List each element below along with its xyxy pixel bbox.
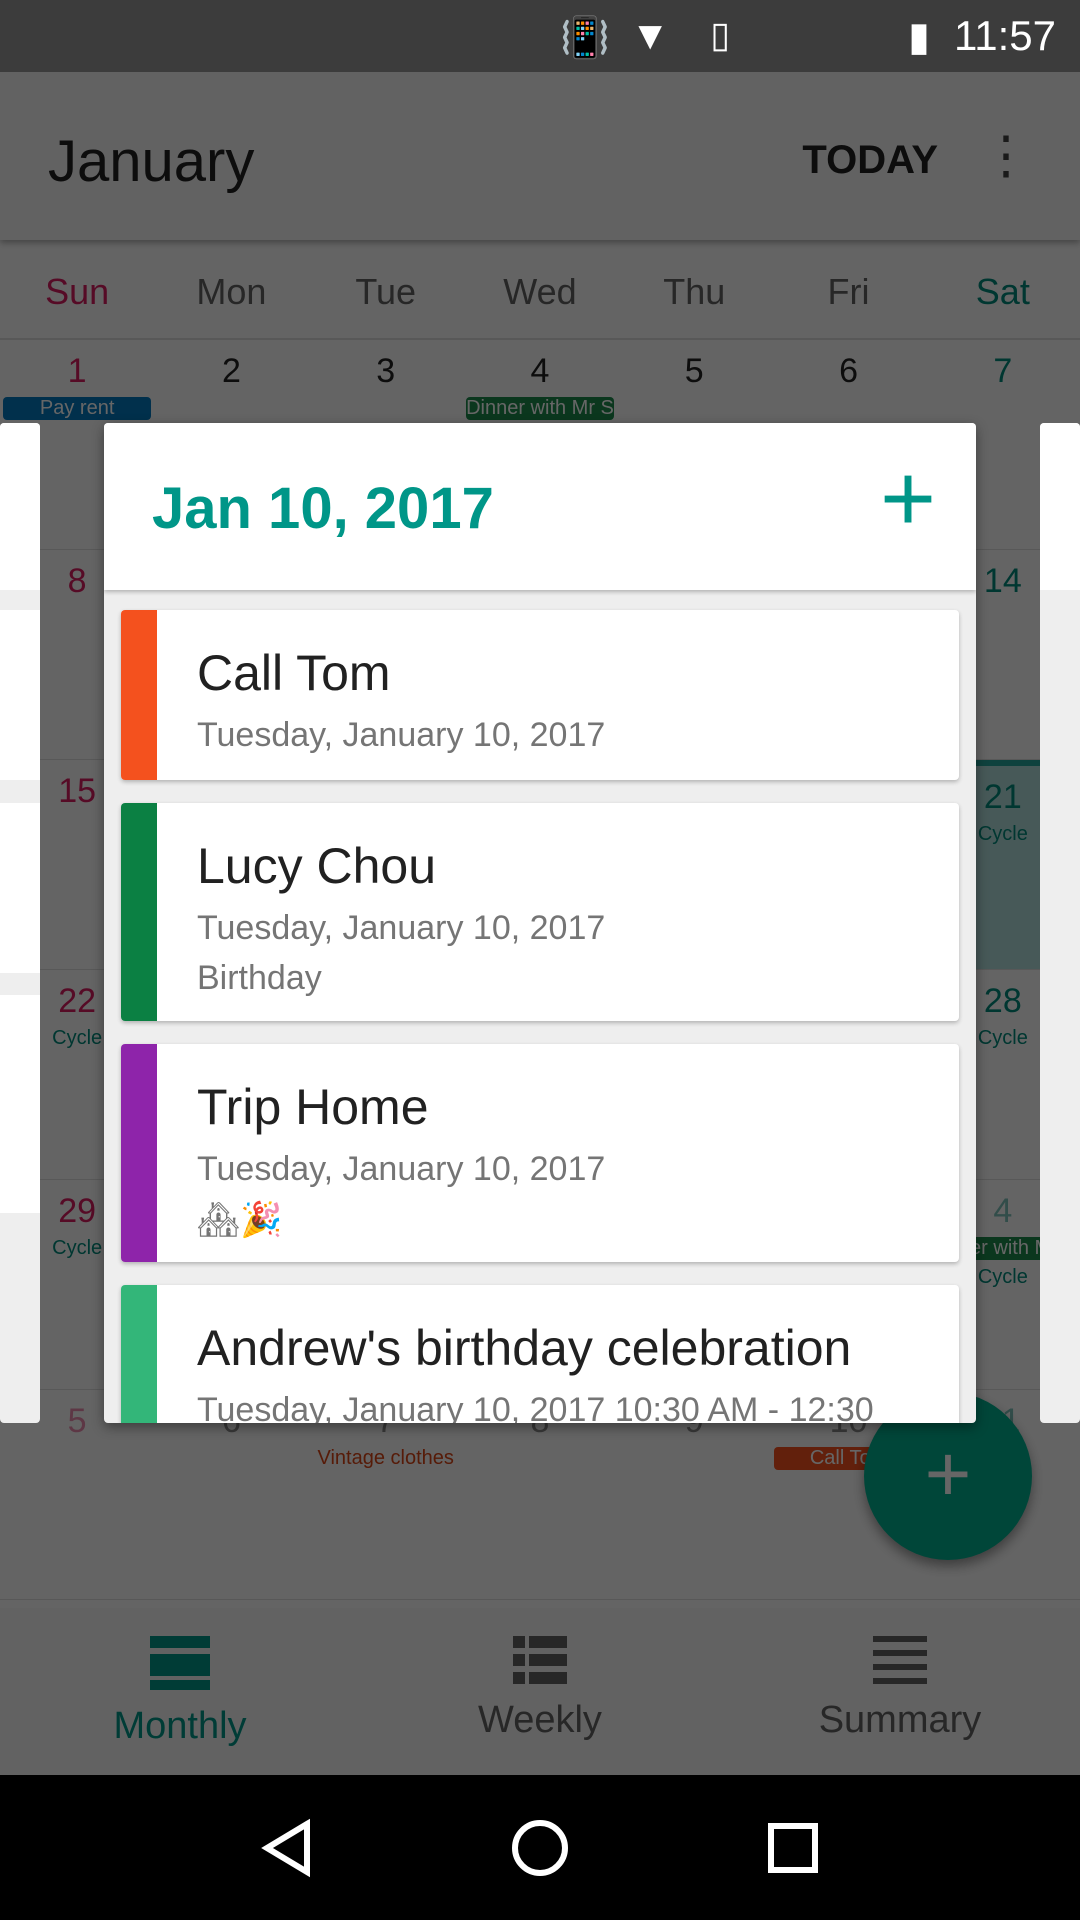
weekday-6: Sat bbox=[975, 271, 1030, 312]
event-title: Andrew's birthday celebration bbox=[197, 1320, 852, 1376]
dialog-header: Jan 10, 2017 + bbox=[104, 423, 976, 590]
event-color-bar bbox=[121, 803, 157, 1021]
day-number: 7 bbox=[993, 352, 1013, 390]
nav-label: Summary bbox=[818, 1699, 982, 1741]
event-chip[interactable]: Pay rent bbox=[3, 397, 152, 420]
event-title: Trip Home bbox=[197, 1079, 429, 1135]
nav-weekly[interactable]: Weekly bbox=[360, 1608, 720, 1775]
plus-icon: + bbox=[924, 1429, 972, 1518]
home-icon[interactable] bbox=[510, 1818, 570, 1878]
app-bar: January TODAY ⋮ bbox=[0, 72, 1080, 240]
nav-label: Monthly bbox=[113, 1705, 247, 1747]
weekday-4: Thu bbox=[663, 271, 726, 312]
event-title: Call Tom bbox=[197, 645, 391, 701]
no-sim-icon: ▯ bbox=[710, 14, 730, 55]
battery-icon: ▮ bbox=[907, 15, 930, 59]
month-title: January bbox=[48, 129, 255, 194]
weekday-0: Sun bbox=[45, 271, 110, 312]
nav-label: Weekly bbox=[478, 1699, 602, 1741]
day-number: 3 bbox=[376, 352, 396, 390]
next-day-page[interactable] bbox=[1040, 423, 1080, 1423]
nav-monthly[interactable]: Monthly bbox=[0, 1608, 360, 1775]
dialog-date: Jan 10, 2017 bbox=[152, 476, 494, 541]
event-color-bar bbox=[121, 1044, 157, 1262]
status-bar: 📳 ▼ ▯ ▮ 11:57 bbox=[0, 0, 1080, 72]
more-vert-icon[interactable]: ⋮ bbox=[980, 130, 1032, 182]
clock: 11:57 bbox=[954, 12, 1056, 59]
event-card[interactable]: Trip Home Tuesday, January 10, 2017 🏘🎉 bbox=[121, 1044, 959, 1262]
weekday-header: Sun Mon Tue Wed Thu Fri Sat bbox=[0, 240, 1080, 340]
weekday-5: Fri bbox=[827, 271, 870, 312]
plus-icon[interactable]: + bbox=[880, 451, 936, 547]
event-detail: Tuesday, January 10, 2017 bbox=[197, 716, 606, 754]
vibrate-icon: 📳 bbox=[560, 16, 610, 60]
bottom-navigation: Monthly Weekly Summary bbox=[0, 1608, 1080, 1775]
weekday-3: Wed bbox=[503, 271, 577, 312]
event-detail: Tuesday, January 10, 2017 bbox=[197, 909, 606, 947]
system-navigation-bar bbox=[0, 1775, 1080, 1920]
day-number: 5 bbox=[684, 352, 704, 390]
day-number: 1 bbox=[67, 352, 87, 390]
event-detail: Tuesday, January 10, 2017 10:30 AM - 12:… bbox=[197, 1391, 874, 1423]
event-color-bar bbox=[121, 1285, 157, 1423]
nav-summary[interactable]: Summary bbox=[720, 1608, 1080, 1775]
event-title: Lucy Chou bbox=[197, 838, 437, 894]
previous-day-page[interactable] bbox=[0, 423, 40, 1423]
weekday-1: Mon bbox=[196, 271, 267, 312]
event-chip[interactable]: Dinner with Mr S bbox=[465, 397, 615, 420]
event-card[interactable]: Call Tom Tuesday, January 10, 2017 bbox=[121, 610, 959, 780]
today-button[interactable]: TODAY bbox=[802, 138, 938, 183]
event-text[interactable]: Vintage clothes bbox=[309, 1447, 463, 1470]
summary-icon bbox=[873, 1636, 927, 1684]
event-card[interactable]: Andrew's birthday celebration Tuesday, Ja… bbox=[121, 1285, 959, 1423]
day-events-dialog: Jan 10, 2017 + Call Tom Tuesday, January … bbox=[104, 423, 976, 1423]
event-card[interactable]: Lucy Chou Tuesday, January 10, 2017 Birthd… bbox=[121, 803, 959, 1021]
weekday-2: Tue bbox=[355, 271, 417, 312]
wifi-icon: ▼ bbox=[630, 14, 670, 58]
event-detail: 🏘🎉 bbox=[197, 1201, 283, 1239]
day-number: 2 bbox=[221, 352, 241, 390]
day-number: 4 bbox=[530, 352, 550, 390]
weekly-icon bbox=[513, 1636, 567, 1684]
back-icon[interactable] bbox=[257, 1818, 317, 1878]
event-detail: Tuesday, January 10, 2017 bbox=[197, 1150, 606, 1188]
event-detail: Birthday bbox=[197, 959, 322, 997]
day-number: 6 bbox=[839, 352, 858, 390]
event-color-bar bbox=[121, 610, 157, 780]
monthly-icon bbox=[150, 1636, 210, 1690]
recents-icon[interactable] bbox=[763, 1818, 823, 1878]
